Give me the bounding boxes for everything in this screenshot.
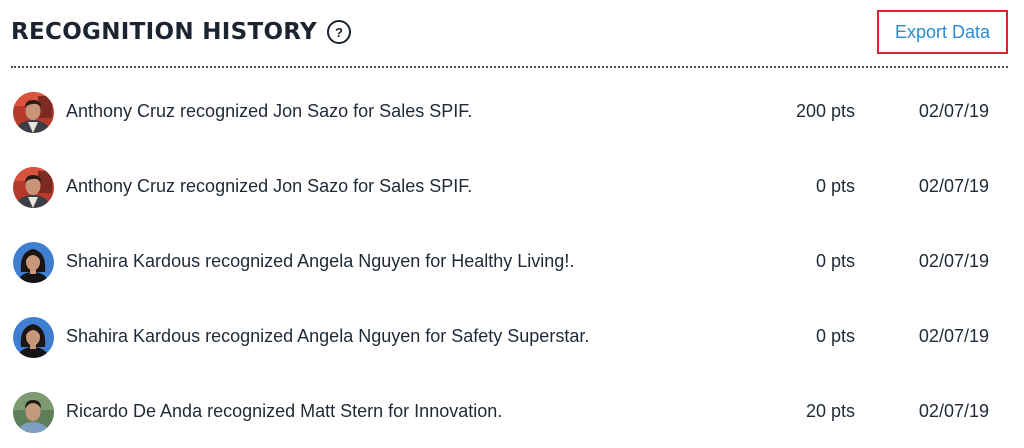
avatar-man-short-hair-icon — [13, 392, 54, 433]
recognition-list: Anthony Cruz recognized Jon Sazo for Sal… — [13, 72, 993, 447]
recognition-date: 02/07/19 — [918, 251, 989, 271]
recognition-date: 02/07/19 — [918, 401, 989, 421]
export-data-button[interactable]: Export Data — [877, 10, 1008, 54]
avatar-man-dark-hair-icon — [13, 92, 54, 133]
points-value: 200 pts — [795, 101, 855, 121]
recognition-text: Anthony Cruz recognized Jon Sazo for Sal… — [66, 176, 473, 196]
help-icon[interactable]: ? — [327, 20, 352, 44]
points-value: 0 pts — [815, 251, 855, 271]
header-divider — [11, 66, 1008, 68]
recognition-text: Shahira Kardous recognized Angela Nguyen… — [66, 251, 575, 271]
title-group: RECOGNITION HISTORY ? — [11, 17, 352, 47]
points-value: 20 pts — [805, 401, 855, 421]
list-item: Shahira Kardous recognized Angela Nguyen… — [13, 222, 993, 297]
list-item: Shahira Kardous recognized Angela Nguyen… — [13, 297, 993, 372]
avatar-woman-dark-hair-icon — [13, 317, 54, 358]
list-item: Anthony Cruz recognized Jon Sazo for Sal… — [13, 72, 993, 147]
points-value: 0 pts — [815, 176, 855, 196]
recognition-text: Ricardo De Anda recognized Matt Stern fo… — [66, 401, 503, 421]
recognition-history-header: RECOGNITION HISTORY ? Export Data — [11, 0, 1008, 66]
recognition-date: 02/07/19 — [918, 326, 989, 346]
list-item: Ricardo De Anda recognized Matt Stern fo… — [13, 372, 993, 447]
avatar-man-dark-hair-icon — [13, 167, 54, 208]
list-item: Anthony Cruz recognized Jon Sazo for Sal… — [13, 147, 993, 222]
recognition-date: 02/07/19 — [918, 176, 989, 196]
avatar-woman-dark-hair-icon — [13, 242, 54, 283]
recognition-text: Anthony Cruz recognized Jon Sazo for Sal… — [66, 101, 473, 121]
recognition-date: 02/07/19 — [918, 101, 989, 121]
recognition-text: Shahira Kardous recognized Angela Nguyen… — [66, 326, 590, 346]
points-value: 0 pts — [815, 326, 855, 346]
page-title: RECOGNITION HISTORY — [11, 19, 318, 45]
